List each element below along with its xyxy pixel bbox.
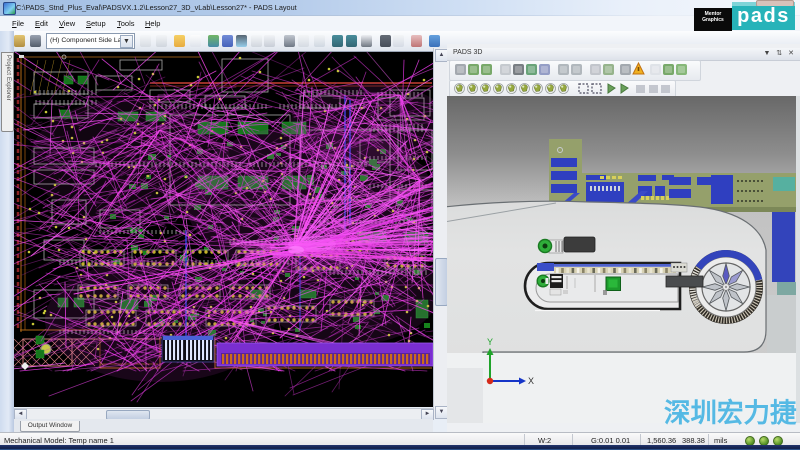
svg-text:Y: Y (487, 337, 493, 347)
svg-text:X: X (528, 376, 534, 386)
